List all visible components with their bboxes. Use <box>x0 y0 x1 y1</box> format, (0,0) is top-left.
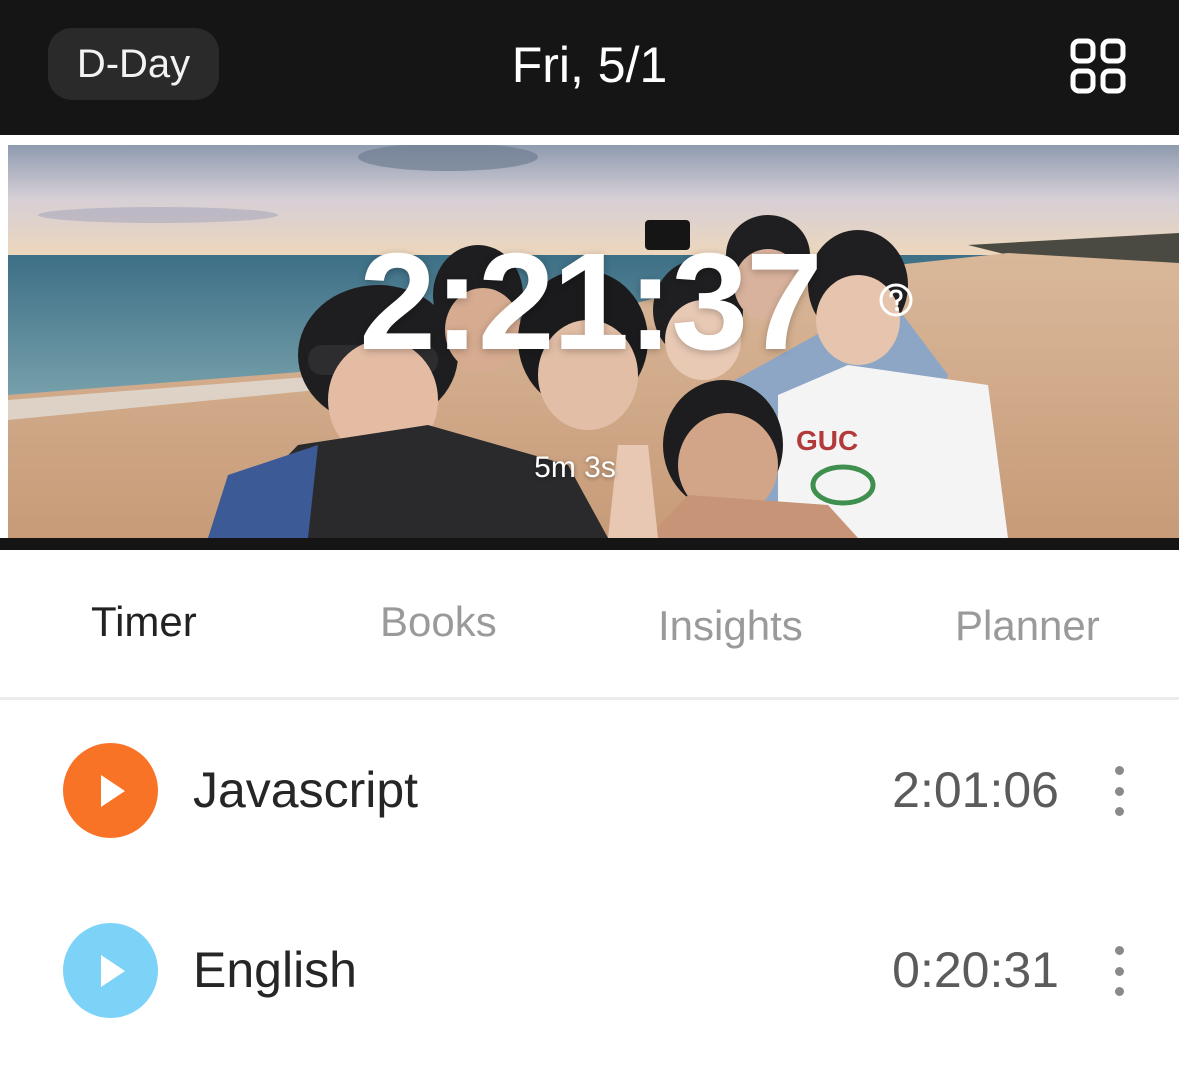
play-icon <box>100 954 125 987</box>
more-options-icon[interactable] <box>1104 766 1134 816</box>
tab-planner[interactable]: Planner <box>955 598 1100 654</box>
grid-icon <box>1070 38 1126 94</box>
tab-insights[interactable]: Insights <box>658 598 803 654</box>
play-icon <box>100 774 125 807</box>
subject-row-javascript[interactable]: Javascript 2:01:06 <box>0 700 1179 880</box>
more-options-icon[interactable] <box>1104 946 1134 996</box>
grid-menu-button[interactable] <box>1060 34 1136 98</box>
subject-name: Javascript <box>193 762 419 818</box>
svg-text:GUC: GUC <box>796 425 858 456</box>
play-button-javascript[interactable] <box>63 743 158 838</box>
tab-books[interactable]: Books <box>380 594 497 650</box>
subject-time: 0:20:31 <box>892 942 1059 998</box>
tab-timer[interactable]: Timer <box>91 594 197 650</box>
top-bar: D-Day Fri, 5/1 <box>0 0 1179 135</box>
play-button-english[interactable] <box>63 923 158 1018</box>
subject-time: 2:01:06 <box>892 762 1059 818</box>
subject-name: English <box>193 942 357 998</box>
subject-row-english[interactable]: English 0:20:31 <box>0 880 1179 1060</box>
question-circle-icon[interactable] <box>878 282 914 318</box>
break-time: 5m 3s <box>534 451 616 484</box>
total-study-time: 2:21:37 <box>359 225 823 379</box>
dday-button[interactable]: D-Day <box>48 28 219 100</box>
tab-bar: Timer Books Insights Planner <box>0 550 1179 697</box>
banner-border <box>0 538 1179 550</box>
